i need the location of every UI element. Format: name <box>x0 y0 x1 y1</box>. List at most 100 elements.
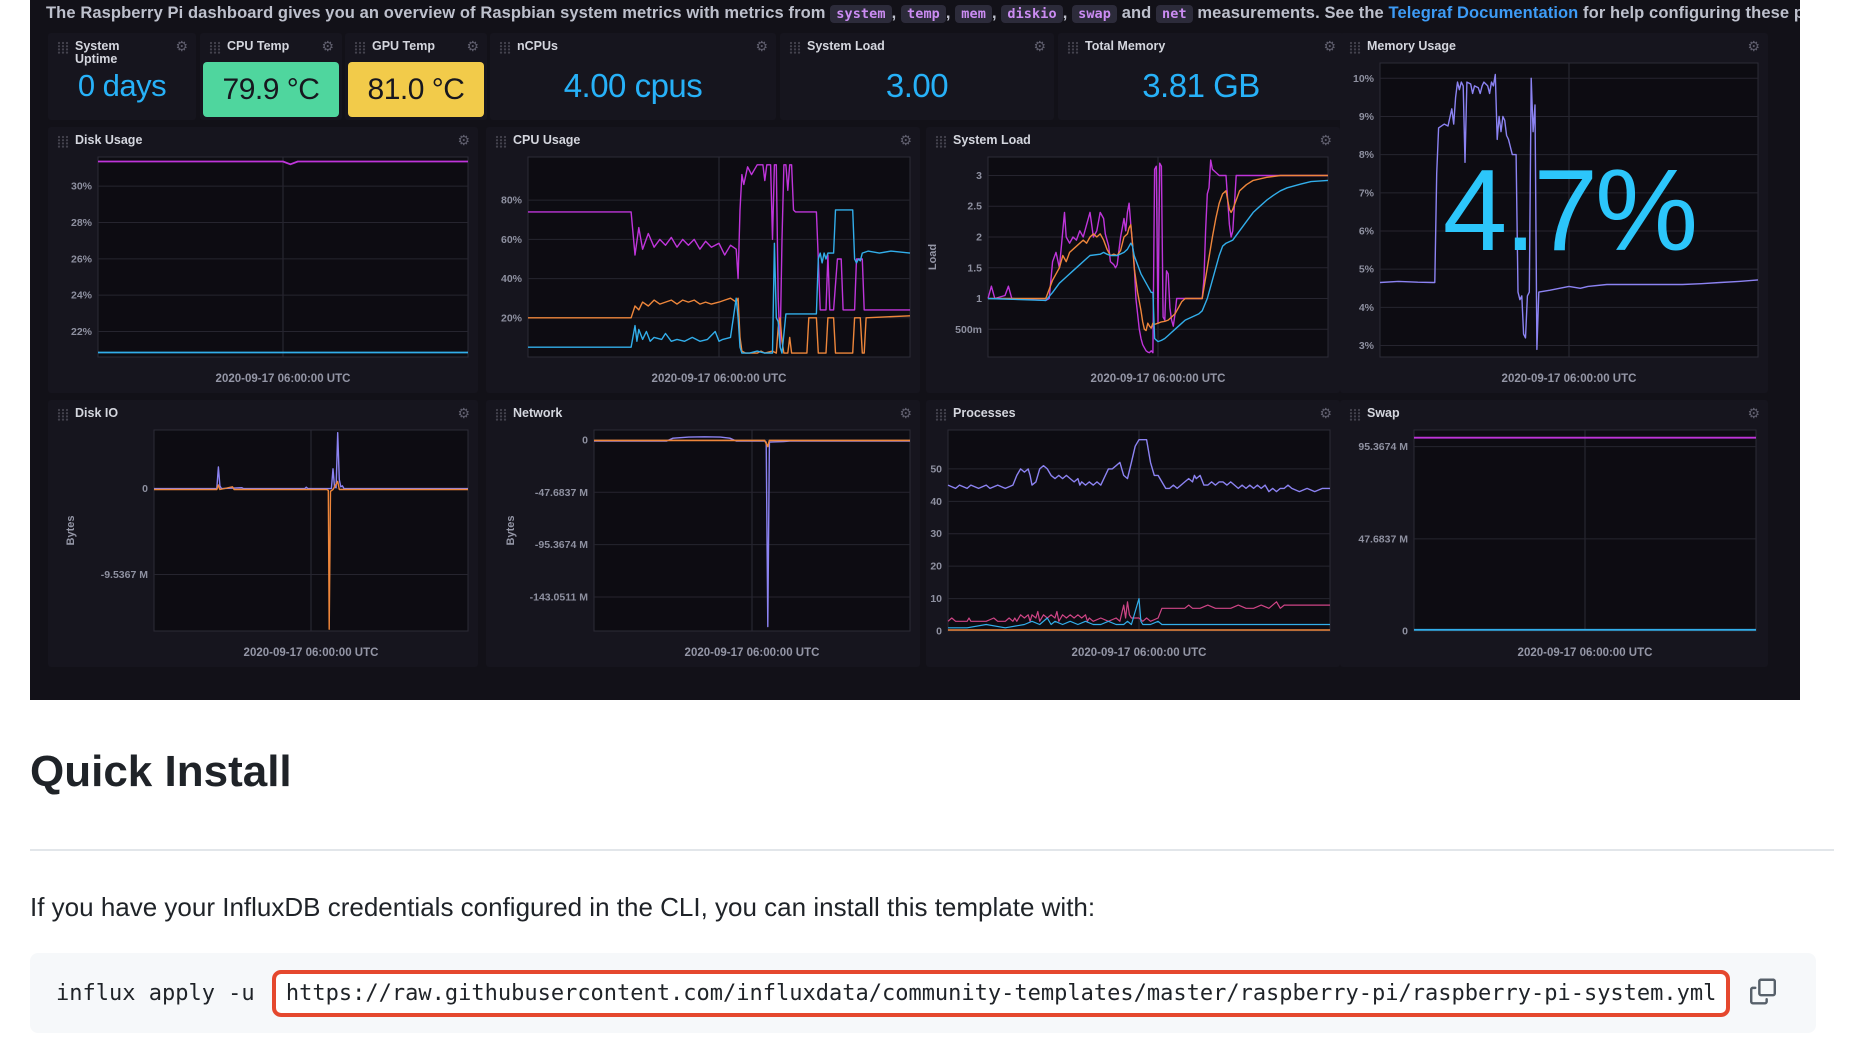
panel-title: Network <box>513 407 562 420</box>
intro-text: measurements. See the <box>1193 4 1389 22</box>
y-axis-unit-label: Bytes <box>505 516 517 546</box>
metric-badge: mem <box>955 5 992 23</box>
stat-body: 4.00 cpus <box>490 53 776 118</box>
panel-header: nCPUs ⚙ <box>499 40 768 59</box>
chart-processes: 504030201002020-09-17 06:00:00 UTC <box>926 400 1340 667</box>
gear-icon[interactable]: ⚙ <box>1747 407 1760 420</box>
x-axis-date-label: 2020-09-17 06:00:00 UTC <box>216 373 351 385</box>
drag-handle-icon[interactable] <box>209 41 221 59</box>
raspberry-pi-dashboard-image[interactable]: The Raspberry Pi dashboard gives you an … <box>30 0 1800 700</box>
x-axis-date-label: 2020-09-17 06:00:00 UTC <box>244 647 379 659</box>
panel-title: Memory Usage <box>1367 40 1456 53</box>
gear-icon[interactable]: ⚙ <box>321 40 334 53</box>
chart-cpu-usage: 80%60%40%20%2020-09-17 06:00:00 UTC <box>486 127 920 393</box>
y-tick-label: 0 <box>142 483 148 495</box>
gear-icon[interactable]: ⚙ <box>1323 40 1336 53</box>
panel-header: CPU Temp ⚙ <box>209 40 334 59</box>
command-prefix: influx apply -u <box>56 981 268 1006</box>
intro-text: , <box>892 4 901 22</box>
stat-value: 4.00 cpus <box>564 67 703 105</box>
drag-handle-icon[interactable] <box>495 408 507 426</box>
y-tick-label: 0 <box>936 626 942 638</box>
gear-icon[interactable]: ⚙ <box>1747 40 1760 53</box>
gear-icon[interactable]: ⚙ <box>899 407 912 420</box>
panel-title: Disk IO <box>75 407 118 420</box>
panel-disk-io: Disk IO⚙0-9.5367 M2020-09-17 06:00:00 UT… <box>48 400 478 667</box>
gear-icon[interactable]: ⚙ <box>457 407 470 420</box>
quick-install-heading: Quick Install <box>30 750 292 794</box>
y-tick-label: 8% <box>1359 149 1375 161</box>
metric-badge: net <box>1156 5 1193 23</box>
x-axis-date-label: 2020-09-17 06:00:00 UTC <box>1091 373 1226 385</box>
drag-handle-icon[interactable] <box>499 41 511 59</box>
heading-divider <box>30 849 1834 851</box>
intro-text: for help configuring these plugins. <box>1578 4 1800 22</box>
drag-handle-icon[interactable] <box>57 135 69 153</box>
drag-handle-icon[interactable] <box>1349 41 1361 59</box>
panel-title: Disk Usage <box>75 134 142 147</box>
panel-header: Total Memory ⚙ <box>1067 40 1336 59</box>
y-tick-label: 10% <box>1353 73 1375 85</box>
intro-paragraph: The Raspberry Pi dashboard gives you an … <box>46 4 1791 23</box>
panel-title: CPU Usage <box>513 134 580 147</box>
drag-handle-icon[interactable] <box>789 41 801 59</box>
panel-header: Disk Usage ⚙ <box>57 134 470 153</box>
y-tick-label: -143.0511 M <box>530 592 589 604</box>
panel-cpu-temp: CPU Temp ⚙ 79.9 °C <box>200 33 342 120</box>
panel-header: System Load⚙ <box>935 134 1332 153</box>
y-tick-label: 60% <box>501 234 523 246</box>
drag-handle-icon[interactable] <box>935 135 947 153</box>
panel-swap: Swap⚙95.3674 M47.6837 M02020-09-17 06:00… <box>1340 400 1768 667</box>
drag-handle-icon[interactable] <box>57 41 69 59</box>
gear-icon[interactable]: ⚙ <box>755 40 768 53</box>
y-tick-label: 30 <box>930 528 942 540</box>
y-tick-label: 1.5 <box>967 262 982 274</box>
panel-memory-usage: Memory Usage ⚙10%9%8%7%6%5%4%3%2020-09-17… <box>1340 33 1768 393</box>
panel-title: Total Memory <box>1085 40 1165 53</box>
x-axis-date-label: 2020-09-17 06:00:00 UTC <box>1518 647 1653 659</box>
stat-chip: 81.0 °C <box>348 62 484 117</box>
metric-badge: diskio <box>1001 5 1062 23</box>
gear-icon[interactable]: ⚙ <box>899 134 912 147</box>
y-tick-label: 0 <box>582 434 588 446</box>
y-tick-label: 40 <box>930 496 942 508</box>
drag-handle-icon[interactable] <box>1349 408 1361 426</box>
panel-header: Disk IO ⚙ <box>57 407 470 426</box>
panel-network: Network⚙0-47.6837 M-95.3674 M-143.0511 M… <box>486 400 920 667</box>
panel-system-load-stat: System Load⚙3.00 <box>780 33 1054 120</box>
y-tick-label: 500m <box>955 324 982 336</box>
drag-handle-icon[interactable] <box>57 408 69 426</box>
y-tick-label: 80% <box>501 195 523 207</box>
y-tick-label: 20% <box>501 312 523 324</box>
panel-system-load: System Load⚙32.521.51500m2020-09-17 06:0… <box>926 127 1340 393</box>
y-tick-label: 24% <box>71 290 93 302</box>
y-tick-label: 95.3674 M <box>1358 441 1408 453</box>
drag-handle-icon[interactable] <box>1067 41 1079 59</box>
drag-handle-icon[interactable] <box>495 135 507 153</box>
y-tick-label: 50 <box>930 463 942 475</box>
panel-title: CPU Temp <box>227 40 289 53</box>
panel-header: GPU Temp⚙ <box>354 40 479 59</box>
stat-chip: 79.9 °C <box>203 62 339 117</box>
panel-header: Network ⚙ <box>495 407 912 426</box>
panel-title: nCPUs <box>517 40 558 53</box>
gear-icon[interactable]: ⚙ <box>1319 134 1332 147</box>
metric-badge: swap <box>1072 5 1117 23</box>
drag-handle-icon[interactable] <box>935 408 947 426</box>
stat-value: 0 days <box>78 68 166 104</box>
copy-button[interactable] <box>1746 975 1780 1012</box>
y-tick-label: 47.6837 M <box>1358 533 1408 545</box>
gear-icon[interactable]: ⚙ <box>466 40 479 53</box>
chart-memory-usage: 10%9%8%7%6%5%4%3%2020-09-17 06:00:00 UTC <box>1340 33 1768 393</box>
gear-icon[interactable]: ⚙ <box>175 40 188 53</box>
panel-title: System Uptime <box>75 40 133 66</box>
install-instructions: If you have your InfluxDB credentials co… <box>30 892 1095 923</box>
panel-total-memory: Total Memory⚙3.81 GB <box>1058 33 1344 120</box>
gear-icon[interactable]: ⚙ <box>1319 407 1332 420</box>
drag-handle-icon[interactable] <box>354 41 366 59</box>
chip-value: 81.0 °C <box>368 73 465 107</box>
panel-title: Swap <box>1367 407 1400 420</box>
gear-icon[interactable]: ⚙ <box>457 134 470 147</box>
gear-icon[interactable]: ⚙ <box>1033 40 1046 53</box>
x-axis-date-label: 2020-09-17 06:00:00 UTC <box>1502 373 1637 385</box>
